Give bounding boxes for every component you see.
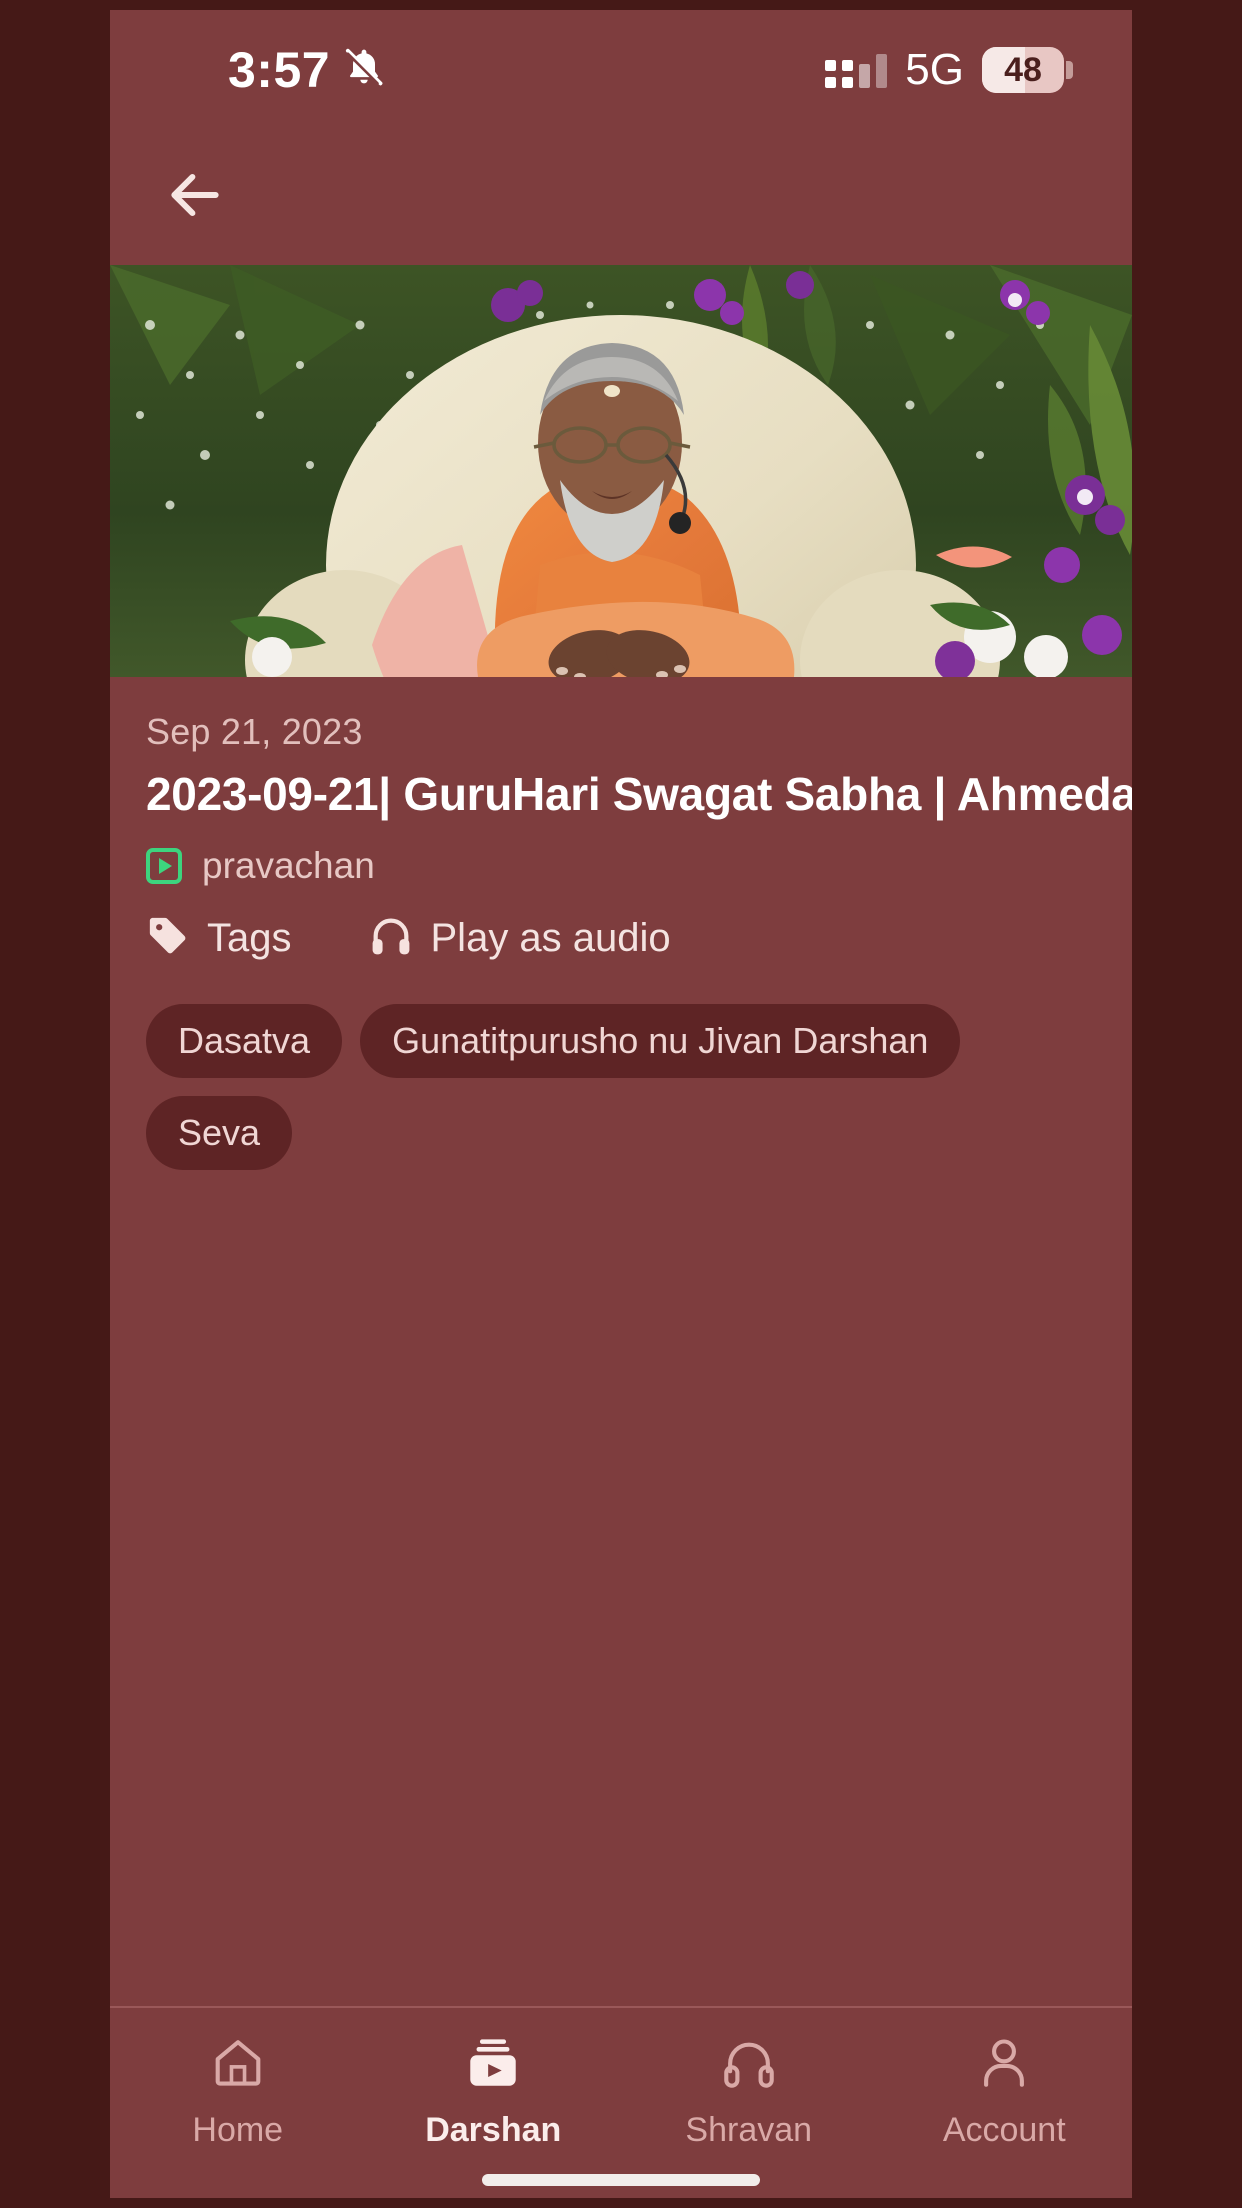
headphones-icon	[720, 2034, 778, 2097]
headphones-icon	[368, 913, 414, 964]
status-bar-right: 5G 48	[825, 45, 1073, 95]
nav-item-home[interactable]: Home	[110, 2034, 366, 2150]
network-type: 5G	[905, 45, 964, 94]
app-bar	[110, 130, 1132, 265]
status-bar: 3:57 5G 48	[110, 10, 1132, 130]
tags-label: Tags	[207, 916, 292, 960]
nav-label-darshan: Darshan	[425, 2111, 562, 2149]
tag-chip[interactable]: Gunatitpurusho nu Jivan Darshan	[360, 1004, 961, 1078]
publish-date: Sep 21, 2023	[146, 711, 363, 752]
nav-label-home: Home	[192, 2111, 284, 2149]
action-row: Tags Play as audio	[146, 913, 1096, 964]
video-play-square-icon	[146, 848, 182, 884]
tag-icon	[146, 914, 190, 963]
signal-dots-icon	[825, 52, 888, 88]
nav-label-account: Account	[942, 2111, 1066, 2149]
detail-section: Sep 21, 2023 2023-09-21| GuruHari Swagat…	[110, 677, 1132, 1170]
battery-level: 48	[1004, 50, 1042, 89]
nav-label-shravan: Shravan	[685, 2111, 813, 2149]
play-as-audio-label: Play as audio	[430, 916, 671, 960]
category-label: pravachan	[202, 845, 375, 886]
back-button[interactable]	[152, 155, 238, 241]
bell-muted-icon	[342, 46, 386, 95]
person-icon	[975, 2034, 1033, 2097]
tag-chip[interactable]: Seva	[146, 1096, 293, 1170]
arrow-left-icon	[164, 164, 226, 231]
status-bar-left: 3:57	[228, 41, 386, 99]
battery-indicator: 48	[982, 47, 1073, 93]
tags-button[interactable]: Tags	[146, 914, 292, 963]
hero-image[interactable]	[110, 265, 1132, 677]
tag-chip-list: Dasatva Gunatitpurusho nu Jivan Darshan …	[146, 1004, 1096, 1170]
bottom-navigation: Home Darshan Shravan Account	[110, 2006, 1132, 2198]
nav-item-shravan[interactable]: Shravan	[621, 2034, 877, 2150]
nav-item-darshan[interactable]: Darshan	[366, 2034, 622, 2150]
video-play-icon	[464, 2034, 522, 2097]
nav-item-account[interactable]: Account	[877, 2034, 1133, 2150]
phone-frame: 3:57 5G 48 Sep 21, 2023 2023-09-21| Guru…	[110, 10, 1132, 2198]
home-icon	[209, 2034, 267, 2097]
play-as-audio-button[interactable]: Play as audio	[368, 913, 671, 964]
category-row: pravachan	[146, 845, 1096, 887]
home-indicator[interactable]	[482, 2174, 760, 2186]
page-title: 2023-09-21| GuruHari Swagat Sabha | Ahme…	[146, 768, 1132, 820]
status-time: 3:57	[228, 42, 331, 98]
tag-chip[interactable]: Dasatva	[146, 1004, 343, 1078]
